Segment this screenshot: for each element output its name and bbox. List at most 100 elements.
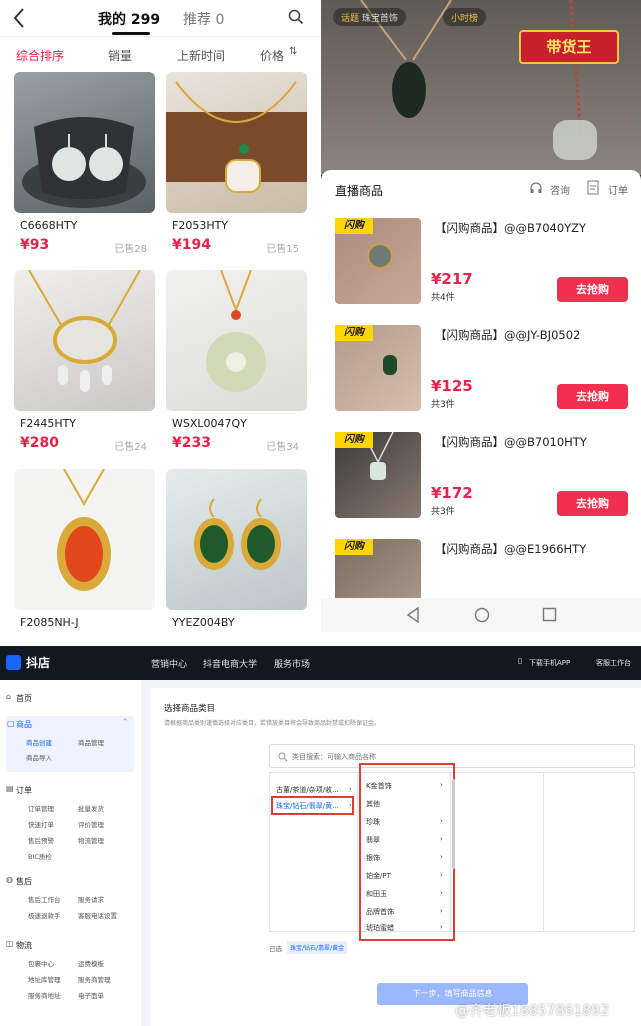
product-card[interactable]: WSXL0047QY ¥233 已售34 [166,270,307,462]
product-card[interactable]: YYEZ004BY [166,469,307,632]
category-search-input[interactable] [292,749,622,764]
sidebar-logistics[interactable]: 物流 [16,940,32,951]
sidebar-logistics-sub[interactable]: 电子面单 [78,990,104,1000]
flash-badge: 闪购 [335,325,373,341]
doudian-backend: 抖店 营销中心 抖音电商大学 服务市场 ▯ 下载手机APP 客服工作台 ⌂ 首页… [0,646,641,1026]
chevron-right-icon: › [440,835,443,843]
sidebar-order-sub[interactable]: 订单管理 [28,803,54,813]
sidebar: ⌂ 首页 ▢ 商品 ^ 商品创建 商品管理 商品导入 ▤ 订单 订单管理 批量发… [0,680,141,1026]
nav-back-icon[interactable] [406,607,420,623]
sidebar-logistics-sub[interactable]: 包裹中心 [28,958,54,968]
sidebar-after-sub[interactable]: 极速退款手 [28,910,61,920]
sidebar-order-sub[interactable]: 批量发货 [78,803,104,813]
order-doc-icon[interactable] [587,180,599,195]
sidebar-after-sub[interactable]: 服务请求 [78,894,104,904]
flash-badge: 闪购 [335,218,373,234]
sidebar-logistics-sub[interactable]: 地址库管理 [28,974,61,984]
sort-bar: 综合排序 销量 上新时间 价格 ⇅ [0,36,320,70]
sort-comprehensive[interactable]: 综合排序 [16,47,64,64]
category-level2-item[interactable]: 铂金/PT [366,871,391,881]
category-level2-item[interactable]: 品牌首饰 [366,907,394,917]
grab-button[interactable]: 去抢购 [557,277,628,302]
headset-icon[interactable] [529,181,543,195]
topic-pill[interactable]: 话题 珠宝首饰 [333,8,406,26]
sidebar-order[interactable]: 订单 [16,785,32,796]
live-item-price: ¥172 [431,484,473,502]
sidebar-goods-manage[interactable]: 商品管理 [78,737,104,747]
search-icon[interactable] [288,9,304,25]
nav-university[interactable]: 抖音电商大学 [203,657,257,670]
live-item-price: ¥217 [431,270,473,288]
product-card[interactable]: F2053HTY ¥194 已售15 [166,72,307,264]
sort-arrows-icon: ⇅ [289,46,298,57]
column-divider [543,773,544,931]
hour-rank-pill[interactable]: 小时榜 [443,8,487,26]
sidebar-after-sub[interactable]: 客服电话设置 [78,910,117,920]
sidebar-logistics-sub[interactable]: 服务商地址 [28,990,61,1000]
sidebar-after-sub[interactable]: 售后工作台 [28,894,61,904]
live-item-price: ¥125 [431,377,473,395]
sort-price[interactable]: 价格 [260,47,284,64]
back-arrow-icon[interactable] [12,7,26,29]
orders-link[interactable]: 订单 [608,182,628,197]
sidebar-after-sales[interactable]: 售后 [16,876,32,887]
sidebar-order-sub[interactable]: 评价管理 [78,819,104,829]
live-item[interactable]: 闪购 【闪购商品】@@JY-BJ0502 ¥125 共3件 去抢购 [321,325,641,430]
product-sold: 已售28 [114,244,147,255]
sidebar-logistics-sub[interactable]: 服务商管理 [78,974,111,984]
product-code: YYEZ004BY [172,616,235,629]
product-card[interactable]: F2445HTY ¥280 已售24 [14,270,155,462]
chevron-up-icon: ^ [122,718,128,726]
product-card[interactable]: F2085NH-J [14,469,155,632]
product-image [166,270,307,411]
consult-link[interactable]: 咨询 [550,182,570,197]
live-item-title: 【闪购商品】@@B7040YZY [435,221,587,235]
category-level1-item[interactable]: 古董/茶道/杂项/收... [276,785,339,795]
grab-button[interactable]: 去抢购 [557,384,628,409]
sidebar-order-sub[interactable]: 售后预警 [28,835,54,845]
nav-service-market[interactable]: 服务市场 [274,657,310,670]
banner-badge: 带货王 [519,30,619,64]
sort-newest[interactable]: 上新时间 [177,47,225,64]
category-level2-item[interactable]: 珍珠 [366,817,380,827]
live-item-title: 【闪购商品】@@B7010HTY [435,435,587,449]
flash-badge: 闪购 [335,539,373,555]
sort-sales[interactable]: 销量 [108,47,132,64]
live-item-count: 共3件 [431,507,455,517]
category-level2-item[interactable]: K金首饰 [366,781,392,791]
category-hint: 请根据商品类别谨慎选择对应类目，若错放类目将会导致商品封禁或扣除保证金。 [164,720,381,727]
category-level2-scrollbar[interactable] [452,779,455,869]
category-level2-item[interactable]: 其他 [366,799,380,809]
live-item[interactable]: 闪购 【闪购商品】@@B7010HTY ¥172 共3件 去抢购 [321,432,641,537]
search-icon [278,752,288,762]
sidebar-order-sub[interactable]: BIC质检 [28,851,52,861]
nav-home-icon[interactable] [474,607,490,623]
chevron-right-icon: › [349,785,352,793]
sidebar-home[interactable]: 首页 [16,693,32,704]
category-level2-item[interactable]: 琥珀蜜蜡 [366,923,394,933]
product-image [14,270,155,411]
grab-button[interactable]: 去抢购 [557,491,628,516]
sidebar-order-sub[interactable]: 物流管理 [78,835,104,845]
live-item-title: 【闪购商品】@@E1966HTY [435,542,587,556]
customer-service-link[interactable]: 客服工作台 [596,658,631,668]
category-level2-item[interactable]: 银饰 [366,853,380,863]
sidebar-goods-create[interactable]: 商品创建 [26,737,52,747]
download-app-link[interactable]: 下载手机APP [529,658,570,668]
category-level2-item[interactable]: 翡翠 [366,835,380,845]
nav-recents-icon[interactable] [542,607,557,622]
category-level2-item[interactable]: 和田玉 [366,889,387,899]
logo-text[interactable]: 抖店 [26,654,50,671]
sidebar-goods[interactable]: 商品 [16,719,32,730]
nav-marketing[interactable]: 营销中心 [151,657,187,670]
chevron-right-icon: › [440,889,443,897]
tab-recommend[interactable]: 推荐 0 [183,9,224,29]
live-item[interactable]: 闪购 【闪购商品】@@B7040YZY ¥217 共4件 去抢购 [321,218,641,323]
sidebar-logistics-sub[interactable]: 运费模板 [78,958,104,968]
sidebar-order-sub[interactable]: 快速打单 [28,819,54,829]
product-card[interactable]: C6668HTY ¥93 已售28 [14,72,155,264]
sidebar-goods-import[interactable]: 商品导入 [26,752,52,762]
category-level1-item-selected[interactable]: 珠宝/钻石/翡翠/黄... [276,801,339,811]
tab-mine[interactable]: 我的 299 [98,9,160,29]
page-title: 选择商品类目 [164,704,216,714]
